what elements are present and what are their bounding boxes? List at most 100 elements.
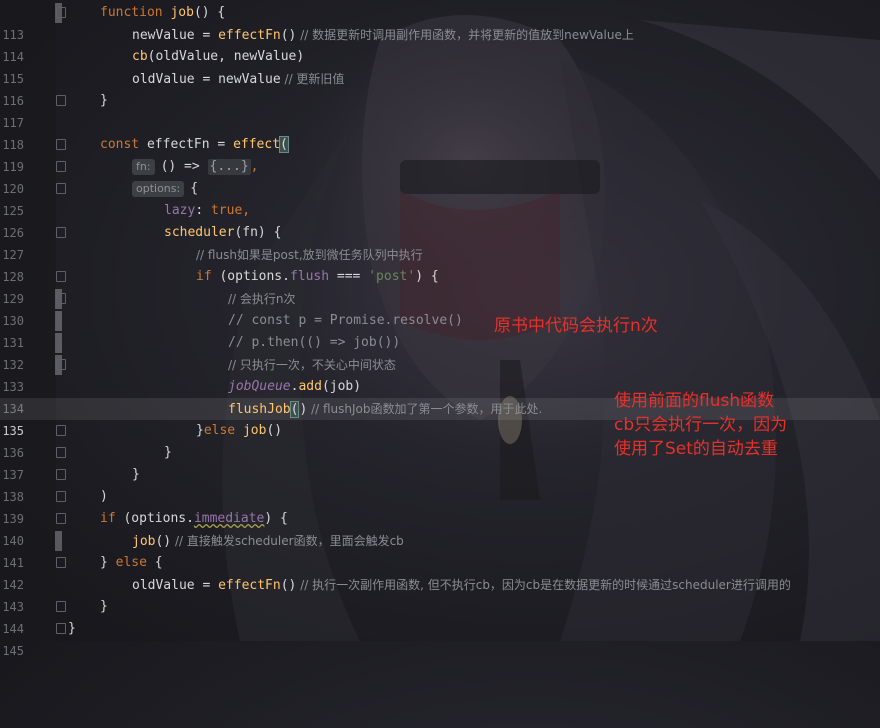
code-line-139[interactable]: 139 ) (0, 486, 880, 526)
fold-marker[interactable] (55, 333, 62, 353)
fold-toggle-icon[interactable] (56, 7, 66, 18)
keyword-token: else (115, 555, 147, 570)
comment-token: // flush如果是post,放到微任务队列中执行 (196, 248, 423, 262)
code-token: } (100, 93, 108, 108)
code-text: function job() { (68, 2, 225, 24)
global-variable-token: jobQueue (228, 379, 291, 394)
code-text: scheduler(fn) { (68, 222, 281, 244)
function-token: cb (132, 49, 148, 64)
function-token: add (298, 379, 322, 394)
code-token: ) (100, 489, 108, 504)
code-line-127[interactable]: 127 scheduler(fn) { (0, 222, 880, 262)
fold-toggle-icon[interactable] (56, 271, 66, 282)
keyword-token: else (203, 423, 236, 438)
code-text: options: { (68, 178, 198, 200)
comment-token: // 只执行一次，不关心中间状态 (228, 358, 396, 372)
code-token: } (132, 467, 140, 482)
annotation-note-line-2: cb只会执行一次，因为 (614, 415, 788, 435)
code-line-130[interactable]: 130 // 会执行n次 (0, 288, 880, 328)
fold-toggle-icon[interactable] (56, 557, 66, 568)
code-text: jobQueue.add(job) (68, 376, 361, 398)
code-token: } (68, 621, 76, 636)
code-line-129[interactable]: 129 if (options.flush === 'post') { (0, 266, 880, 306)
code-line-133[interactable]: 133 // 只执行一次，不关心中间状态 (0, 354, 880, 394)
code-token: () => (160, 159, 208, 174)
code-token: effectFn = (139, 137, 234, 152)
code-text: fn: () => {...}, (68, 156, 259, 178)
function-token: flushJob (228, 402, 291, 417)
fold-toggle-icon[interactable] (56, 469, 66, 480)
code-text: if (options.flush === 'post') { (68, 266, 439, 288)
code-line-125[interactable]: 125 options:{ (0, 178, 880, 218)
code-token: () (280, 28, 297, 43)
code-text: newValue = effectFn() // 数据更新时调用副作用函数，并将… (68, 24, 634, 47)
fold-toggle-icon[interactable] (56, 161, 66, 172)
code-token: (job) (321, 379, 362, 394)
code-line-126[interactable]: 126 lazy: true, (0, 200, 880, 240)
code-line-120[interactable]: 120 fn:() => {...}, (0, 156, 880, 196)
code-line-142[interactable]: 142 } else { (0, 552, 880, 592)
matched-bracket: ( (279, 136, 289, 153)
code-token: , (250, 159, 259, 174)
code-line-128[interactable]: 128 // flush如果是post,放到微任务队列中执行 (0, 244, 880, 284)
fold-marker[interactable] (55, 311, 62, 331)
code-line-119[interactable]: 119 const effectFn = effect( (0, 134, 880, 174)
comment-token: // 更新旧值 (280, 72, 345, 86)
code-token: = (194, 28, 219, 43)
code-line-114[interactable]: 114 newValue = effectFn() // 数据更新时调用副作用函… (0, 24, 880, 64)
fold-toggle-icon[interactable] (56, 447, 66, 458)
code-text: job() // 直接触发scheduler函数，里面会触发cb (68, 530, 404, 553)
fold-toggle-icon[interactable] (56, 139, 66, 150)
code-line-115[interactable]: 115 cb(oldValue, newValue) (0, 46, 880, 86)
fold-toggle-icon[interactable] (56, 513, 66, 524)
function-token: job (132, 534, 156, 549)
fold-toggle-icon[interactable] (56, 95, 66, 106)
code-token: { (146, 555, 163, 570)
code-line-118[interactable]: 118 (0, 112, 880, 152)
fold-toggle-icon[interactable] (56, 425, 66, 436)
fold-toggle-icon[interactable] (56, 293, 66, 304)
comment-token: // 会执行n次 (228, 292, 296, 306)
code-text: lazy: true, (68, 200, 250, 222)
code-text: cb(oldValue, newValue) (68, 46, 304, 68)
keyword-token: function (100, 5, 163, 20)
code-token: oldValue = newValue (132, 72, 281, 87)
code-token: (fn) { (234, 225, 282, 240)
fold-toggle-icon[interactable] (56, 623, 66, 634)
code-line-132[interactable]: 132 // p.then(() => job()) (0, 332, 880, 372)
code-line-141[interactable]: 141 job() // 直接触发scheduler函数，里面会触发cb (0, 530, 880, 570)
code-text: // const p = Promise.resolve() (68, 310, 463, 332)
code-line-140[interactable]: 140 if (options.immediate) { (0, 508, 880, 548)
collapsed-region[interactable]: {...} (207, 159, 251, 175)
code-text: } (68, 596, 108, 618)
code-text: // flush如果是post,放到微任务队列中执行 (68, 244, 423, 267)
fold-marker[interactable] (55, 531, 62, 551)
fold-toggle-icon[interactable] (56, 359, 66, 370)
code-text: } (68, 90, 108, 112)
property-token: immediate (193, 511, 265, 526)
code-line-144[interactable]: 144 } (0, 596, 880, 636)
property-token: flush (289, 269, 330, 284)
code-token: } (164, 445, 172, 460)
fold-toggle-icon[interactable] (56, 183, 66, 194)
fold-toggle-icon[interactable] (56, 601, 66, 612)
code-line-145[interactable]: 145 } (0, 618, 880, 658)
code-line-138[interactable]: 138 } (0, 464, 880, 504)
code-token: () (266, 423, 283, 438)
code-line-117[interactable]: 117 } (0, 90, 880, 130)
code-line-113[interactable]: 113 function job() { (0, 2, 880, 42)
code-text: if (options.immediate) { (68, 508, 288, 530)
code-line-116[interactable]: 116 oldValue = newValue // 更新旧值 (0, 68, 880, 108)
code-token: (options. (115, 511, 194, 526)
code-token: (options. (211, 269, 290, 284)
code-line-143[interactable]: 143 oldValue = effectFn() // 执行一次副作用函数, … (0, 574, 880, 614)
code-line-131[interactable]: 131 // const p = Promise.resolve() (0, 310, 880, 350)
keyword-token: const (100, 137, 140, 152)
annotation-note-line-1: 使用前面的flush函数 (614, 391, 775, 411)
code-token: ) { (264, 511, 288, 526)
fold-toggle-icon[interactable] (56, 227, 66, 238)
fold-toggle-icon[interactable] (56, 491, 66, 502)
function-token: effectFn (218, 578, 281, 593)
code-token: (oldValue, newValue) (147, 49, 305, 64)
annotation-note-original: 原书中代码会执行n次 (494, 316, 658, 336)
